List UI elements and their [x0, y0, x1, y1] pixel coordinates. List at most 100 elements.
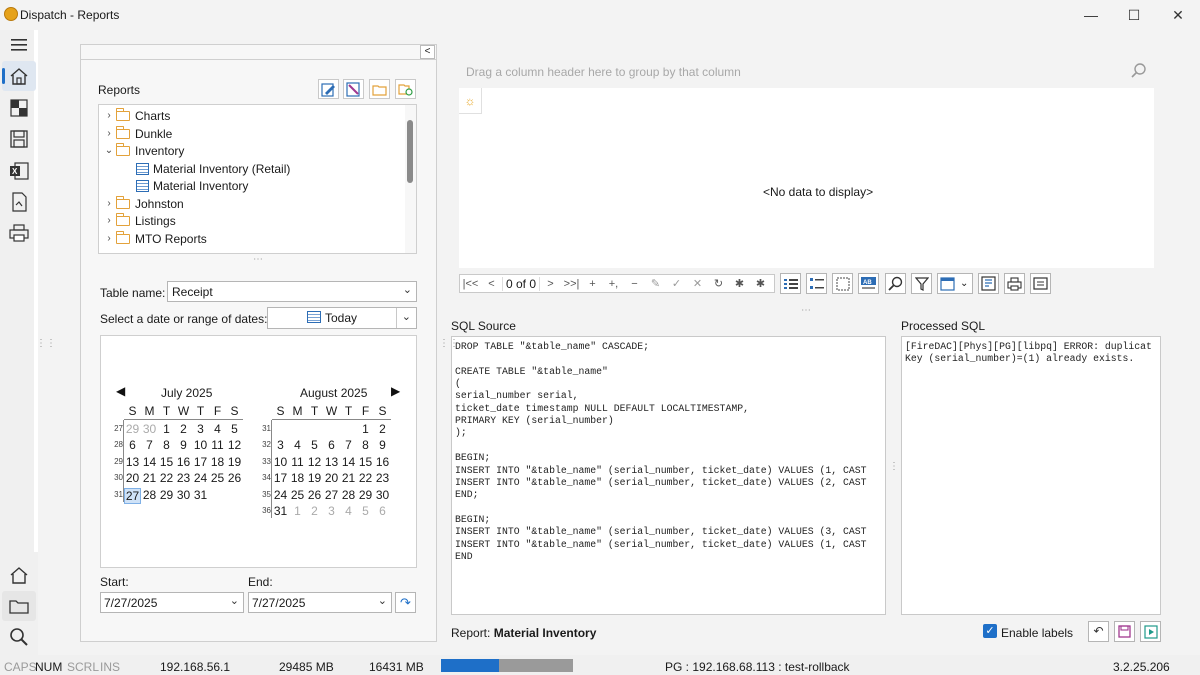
- column-chooser-dropdown[interactable]: ⌄: [937, 273, 973, 294]
- calendar-day[interactable]: 27: [323, 488, 340, 502]
- calendar-day[interactable]: 8: [357, 438, 374, 452]
- splitter-grip[interactable]: ⋯: [253, 254, 263, 265]
- rail-home-button[interactable]: [2, 61, 36, 91]
- run-report-button[interactable]: [1140, 621, 1161, 642]
- splitter-grip[interactable]: ⋮⋮: [36, 338, 56, 349]
- calendar-day[interactable]: 9: [374, 438, 391, 452]
- calendar-day[interactable]: 20: [124, 471, 141, 485]
- calendar-day[interactable]: 30: [175, 488, 192, 502]
- tree-node-mto-reports[interactable]: › MTO Reports: [104, 230, 207, 247]
- calendar-day[interactable]: 13: [124, 455, 141, 469]
- calendar-day[interactable]: 1: [289, 504, 306, 518]
- rail-search-button[interactable]: [2, 622, 36, 652]
- new-folder-button[interactable]: [395, 79, 416, 99]
- calendar-day[interactable]: 4: [209, 422, 226, 436]
- calendar-day[interactable]: 25: [209, 471, 226, 485]
- delete-record-button[interactable]: −: [624, 278, 645, 290]
- calendar-day[interactable]: 23: [175, 471, 192, 485]
- expand-arrow-icon[interactable]: ›: [104, 110, 114, 121]
- calendar-day[interactable]: 19: [306, 471, 323, 485]
- collapse-panel-button[interactable]: <: [420, 45, 435, 59]
- calendar-day[interactable]: 21: [141, 471, 158, 485]
- calendar-day[interactable]: 5: [226, 422, 243, 436]
- tree-node-johnston[interactable]: › Johnston: [104, 195, 184, 212]
- calendar-day[interactable]: 5: [357, 504, 374, 518]
- calendar-prev-button[interactable]: ◀: [116, 384, 125, 398]
- undo-button[interactable]: ↶: [1088, 621, 1109, 642]
- table-name-select[interactable]: Receipt ⌄: [167, 281, 417, 302]
- filter-button[interactable]: [911, 273, 932, 294]
- calendar-day[interactable]: 1: [357, 422, 374, 436]
- expand-arrow-icon[interactable]: ›: [104, 215, 114, 226]
- calendar-day[interactable]: 3: [272, 438, 289, 452]
- enable-labels-checkbox[interactable]: ✓: [983, 624, 997, 638]
- find-button[interactable]: [885, 273, 906, 294]
- calendar-day[interactable]: 28: [340, 488, 357, 502]
- calendar-day[interactable]: 21: [340, 471, 357, 485]
- print-grid-button[interactable]: [1004, 273, 1025, 294]
- calendar-day[interactable]: 29: [158, 488, 175, 502]
- calendar-day[interactable]: 12: [226, 438, 243, 452]
- splitter-grip[interactable]: ⋯: [801, 305, 811, 316]
- tree-scrollbar-thumb[interactable]: [407, 120, 413, 183]
- calendar-day[interactable]: 3: [192, 422, 209, 436]
- autofit-columns-button[interactable]: AB: [858, 273, 879, 294]
- calendar-day[interactable]: 30: [374, 488, 391, 502]
- calendar-day[interactable]: 2: [306, 504, 323, 518]
- calendar-day[interactable]: 6: [323, 438, 340, 452]
- calendar-day[interactable]: 16: [175, 455, 192, 469]
- calendar-day[interactable]: 24: [272, 488, 289, 502]
- expand-arrow-icon[interactable]: ›: [104, 128, 114, 139]
- rail-folder-button[interactable]: [2, 591, 36, 621]
- bookmark-button[interactable]: ✱: [729, 277, 750, 290]
- calendar-day[interactable]: 14: [340, 455, 357, 469]
- calendar-day[interactable]: 24: [192, 471, 209, 485]
- rail-save-button[interactable]: [2, 124, 36, 154]
- tree-node-listings[interactable]: › Listings: [104, 212, 176, 229]
- expand-arrow-icon[interactable]: ›: [104, 233, 114, 244]
- prev-record-button[interactable]: <: [481, 278, 502, 290]
- design-report-button[interactable]: [343, 79, 364, 99]
- end-date-picker[interactable]: 7/27/2025 ⌄: [248, 592, 392, 613]
- append-record-button[interactable]: +,: [603, 278, 624, 290]
- last-record-button[interactable]: >>|: [561, 278, 582, 290]
- sql-source-editor[interactable]: DROP TABLE "&table_name" CASCADE; CREATE …: [451, 336, 886, 615]
- grid-lines-button[interactable]: [832, 273, 853, 294]
- calendar-day[interactable]: 16: [374, 455, 391, 469]
- rail-print-button[interactable]: [2, 218, 36, 248]
- rail-script-button[interactable]: [2, 187, 36, 217]
- calendar-day[interactable]: 2: [374, 422, 391, 436]
- grid-settings-icon[interactable]: ☼: [459, 88, 482, 114]
- calendar-day[interactable]: 13: [323, 455, 340, 469]
- edit-report-button[interactable]: [318, 79, 339, 99]
- calendar-day[interactable]: 7: [141, 438, 158, 452]
- tree-node-material-inventory-retail[interactable]: Material Inventory (Retail): [136, 160, 290, 177]
- goto-bookmark-button[interactable]: ✱: [750, 277, 771, 290]
- rail-dashboard-button[interactable]: [2, 93, 36, 123]
- close-button[interactable]: ✕: [1168, 6, 1188, 24]
- first-record-button[interactable]: |<<: [460, 278, 481, 290]
- calendar-day[interactable]: 26: [306, 488, 323, 502]
- calendar-day[interactable]: 23: [374, 471, 391, 485]
- open-folder-button[interactable]: [369, 79, 390, 99]
- calendar-day[interactable]: 15: [158, 455, 175, 469]
- calendar-day[interactable]: 11: [289, 455, 306, 469]
- calendar-day[interactable]: 11: [209, 438, 226, 452]
- calendar-day[interactable]: 28: [141, 488, 158, 502]
- calendar-day[interactable]: 19: [226, 455, 243, 469]
- chevron-down-icon[interactable]: ⌄: [402, 310, 411, 323]
- calendar-day[interactable]: 22: [357, 471, 374, 485]
- calendar-day[interactable]: 14: [141, 455, 158, 469]
- tree-node-material-inventory[interactable]: Material Inventory: [136, 177, 248, 194]
- collapse-arrow-icon[interactable]: ⌄: [104, 145, 114, 156]
- calendar-day[interactable]: 15: [357, 455, 374, 469]
- data-grid[interactable]: [459, 88, 1154, 268]
- post-record-button[interactable]: ✓: [666, 277, 687, 290]
- calendar-day[interactable]: 7: [340, 438, 357, 452]
- processed-sql-output[interactable]: [FireDAC][Phys][PG][libpq] ERROR: duplic…: [901, 336, 1161, 615]
- calendar-day[interactable]: 2: [175, 422, 192, 436]
- calendar-day[interactable]: 31: [192, 488, 209, 502]
- expand-arrow-icon[interactable]: ›: [104, 198, 114, 209]
- calendar-day[interactable]: 25: [289, 488, 306, 502]
- calendar-day[interactable]: 10: [192, 438, 209, 452]
